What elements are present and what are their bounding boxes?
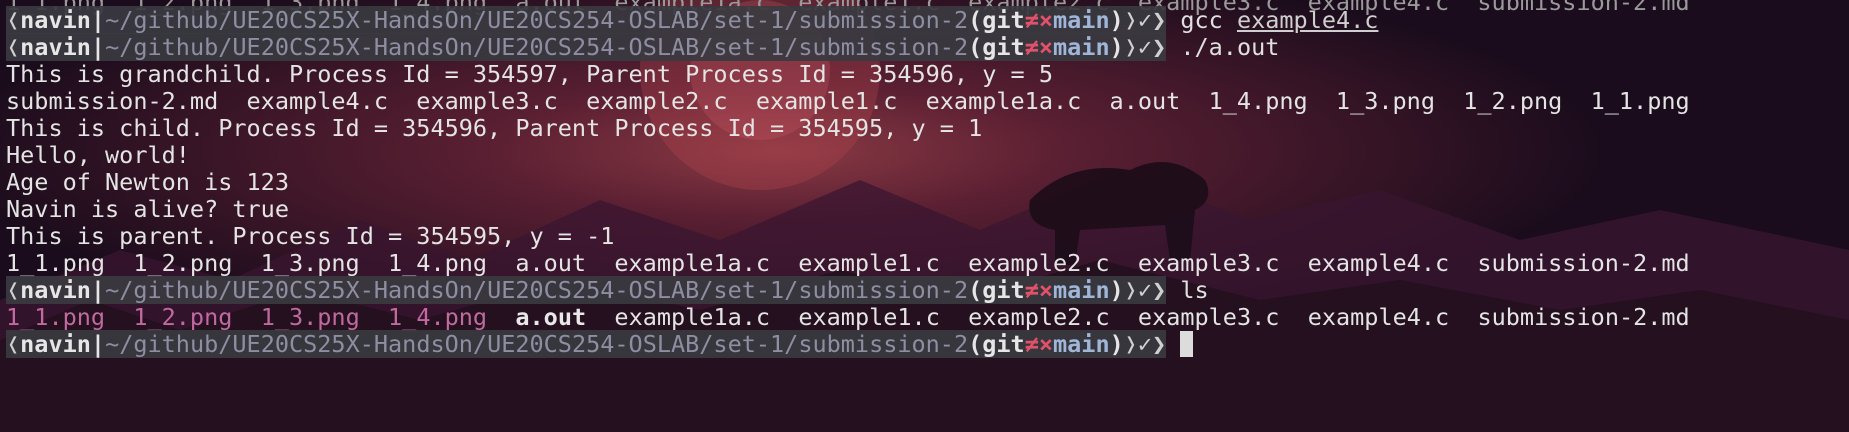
ls-file: example2.c [968,303,1110,331]
shell-prompt: ❬navin|~/github/UE20CS25X-HandsOn/UE20CS… [6,33,1167,61]
prompt-separator: | [90,330,106,358]
prompt-path: ~/github/UE20CS25X-HandsOn/UE20CS254-OSL… [105,33,969,61]
prompt-path: ~/github/UE20CS25X-HandsOn/UE20CS254-OSL… [105,6,969,34]
terminal-window[interactable]: 1_1.png 1_2.png 1_3.png 1_4.png a.out ex… [0,0,1849,432]
prompt-separator: | [90,6,106,34]
ls-file: example1a.c [614,303,771,331]
command-text: ./a.out [1180,33,1280,61]
text-cursor[interactable] [1180,331,1194,357]
command-file-link[interactable]: example4.c [1237,6,1378,34]
prompt-separator: | [90,33,106,61]
command-text: ls [1180,276,1209,304]
ls-image-file: 1_2.png [133,303,233,331]
prompt-status-icon: ❭✓❯ [1123,330,1167,358]
prompt-left-glyph: ❬ [6,33,21,61]
prompt-left-glyph: ❬ [6,276,21,304]
git-branch: main [1053,276,1110,304]
git-dirty-icon: ≠× [1024,276,1053,304]
git-branch: main [1053,330,1110,358]
prompt-git-close: ) [1109,6,1124,34]
shell-prompt: ❬navin|~/github/UE20CS25X-HandsOn/UE20CS… [6,6,1167,34]
prompt-left-glyph: ❬ [6,6,21,34]
shell-prompt: ❬navin|~/github/UE20CS25X-HandsOn/UE20CS… [6,330,1167,358]
git-dirty-icon: ≠× [1024,33,1053,61]
prompt-user: navin [20,276,91,304]
prompt-user: navin [20,6,91,34]
ls-image-file: 1_4.png [388,303,488,331]
ls-file: example4.c [1307,303,1450,331]
active-prompt-line[interactable]: ❬navin|~/github/UE20CS25X-HandsOn/UE20CS… [6,328,1194,360]
prompt-path: ~/github/UE20CS25X-HandsOn/UE20CS254-OSL… [105,276,969,304]
command-text: gcc [1180,6,1223,34]
prompt-git-close: ) [1109,33,1124,61]
prompt-git-close: ) [1109,276,1124,304]
ls-image-file: 1_1.png [6,303,106,331]
prompt-git-open: (git [968,6,1025,34]
prompt-git-open: (git [968,330,1025,358]
git-dirty-icon: ≠× [1024,6,1053,34]
prompt-git-close: ) [1109,330,1124,358]
git-dirty-icon: ≠× [1024,330,1053,358]
ls-image-file: 1_3.png [260,303,360,331]
ls-file: example3.c [1137,303,1280,331]
ls-file: example1.c [798,303,940,331]
ls-executable-file: a.out [515,303,587,331]
prompt-left-glyph: ❬ [6,330,21,358]
shell-prompt: ❬navin|~/github/UE20CS25X-HandsOn/UE20CS… [6,276,1167,304]
prompt-path: ~/github/UE20CS25X-HandsOn/UE20CS254-OSL… [105,330,969,358]
prompt-status-icon: ❭✓❯ [1123,6,1167,34]
prompt-status-icon: ❭✓❯ [1123,33,1167,61]
prompt-user: navin [20,33,91,61]
git-branch: main [1053,6,1110,34]
prompt-git-open: (git [968,276,1025,304]
prompt-status-icon: ❭✓❯ [1123,276,1167,304]
git-branch: main [1053,33,1110,61]
prompt-separator: | [90,276,106,304]
prompt-user: navin [20,330,91,358]
prompt-git-open: (git [968,33,1025,61]
ls-file: submission-2.md [1477,303,1690,331]
